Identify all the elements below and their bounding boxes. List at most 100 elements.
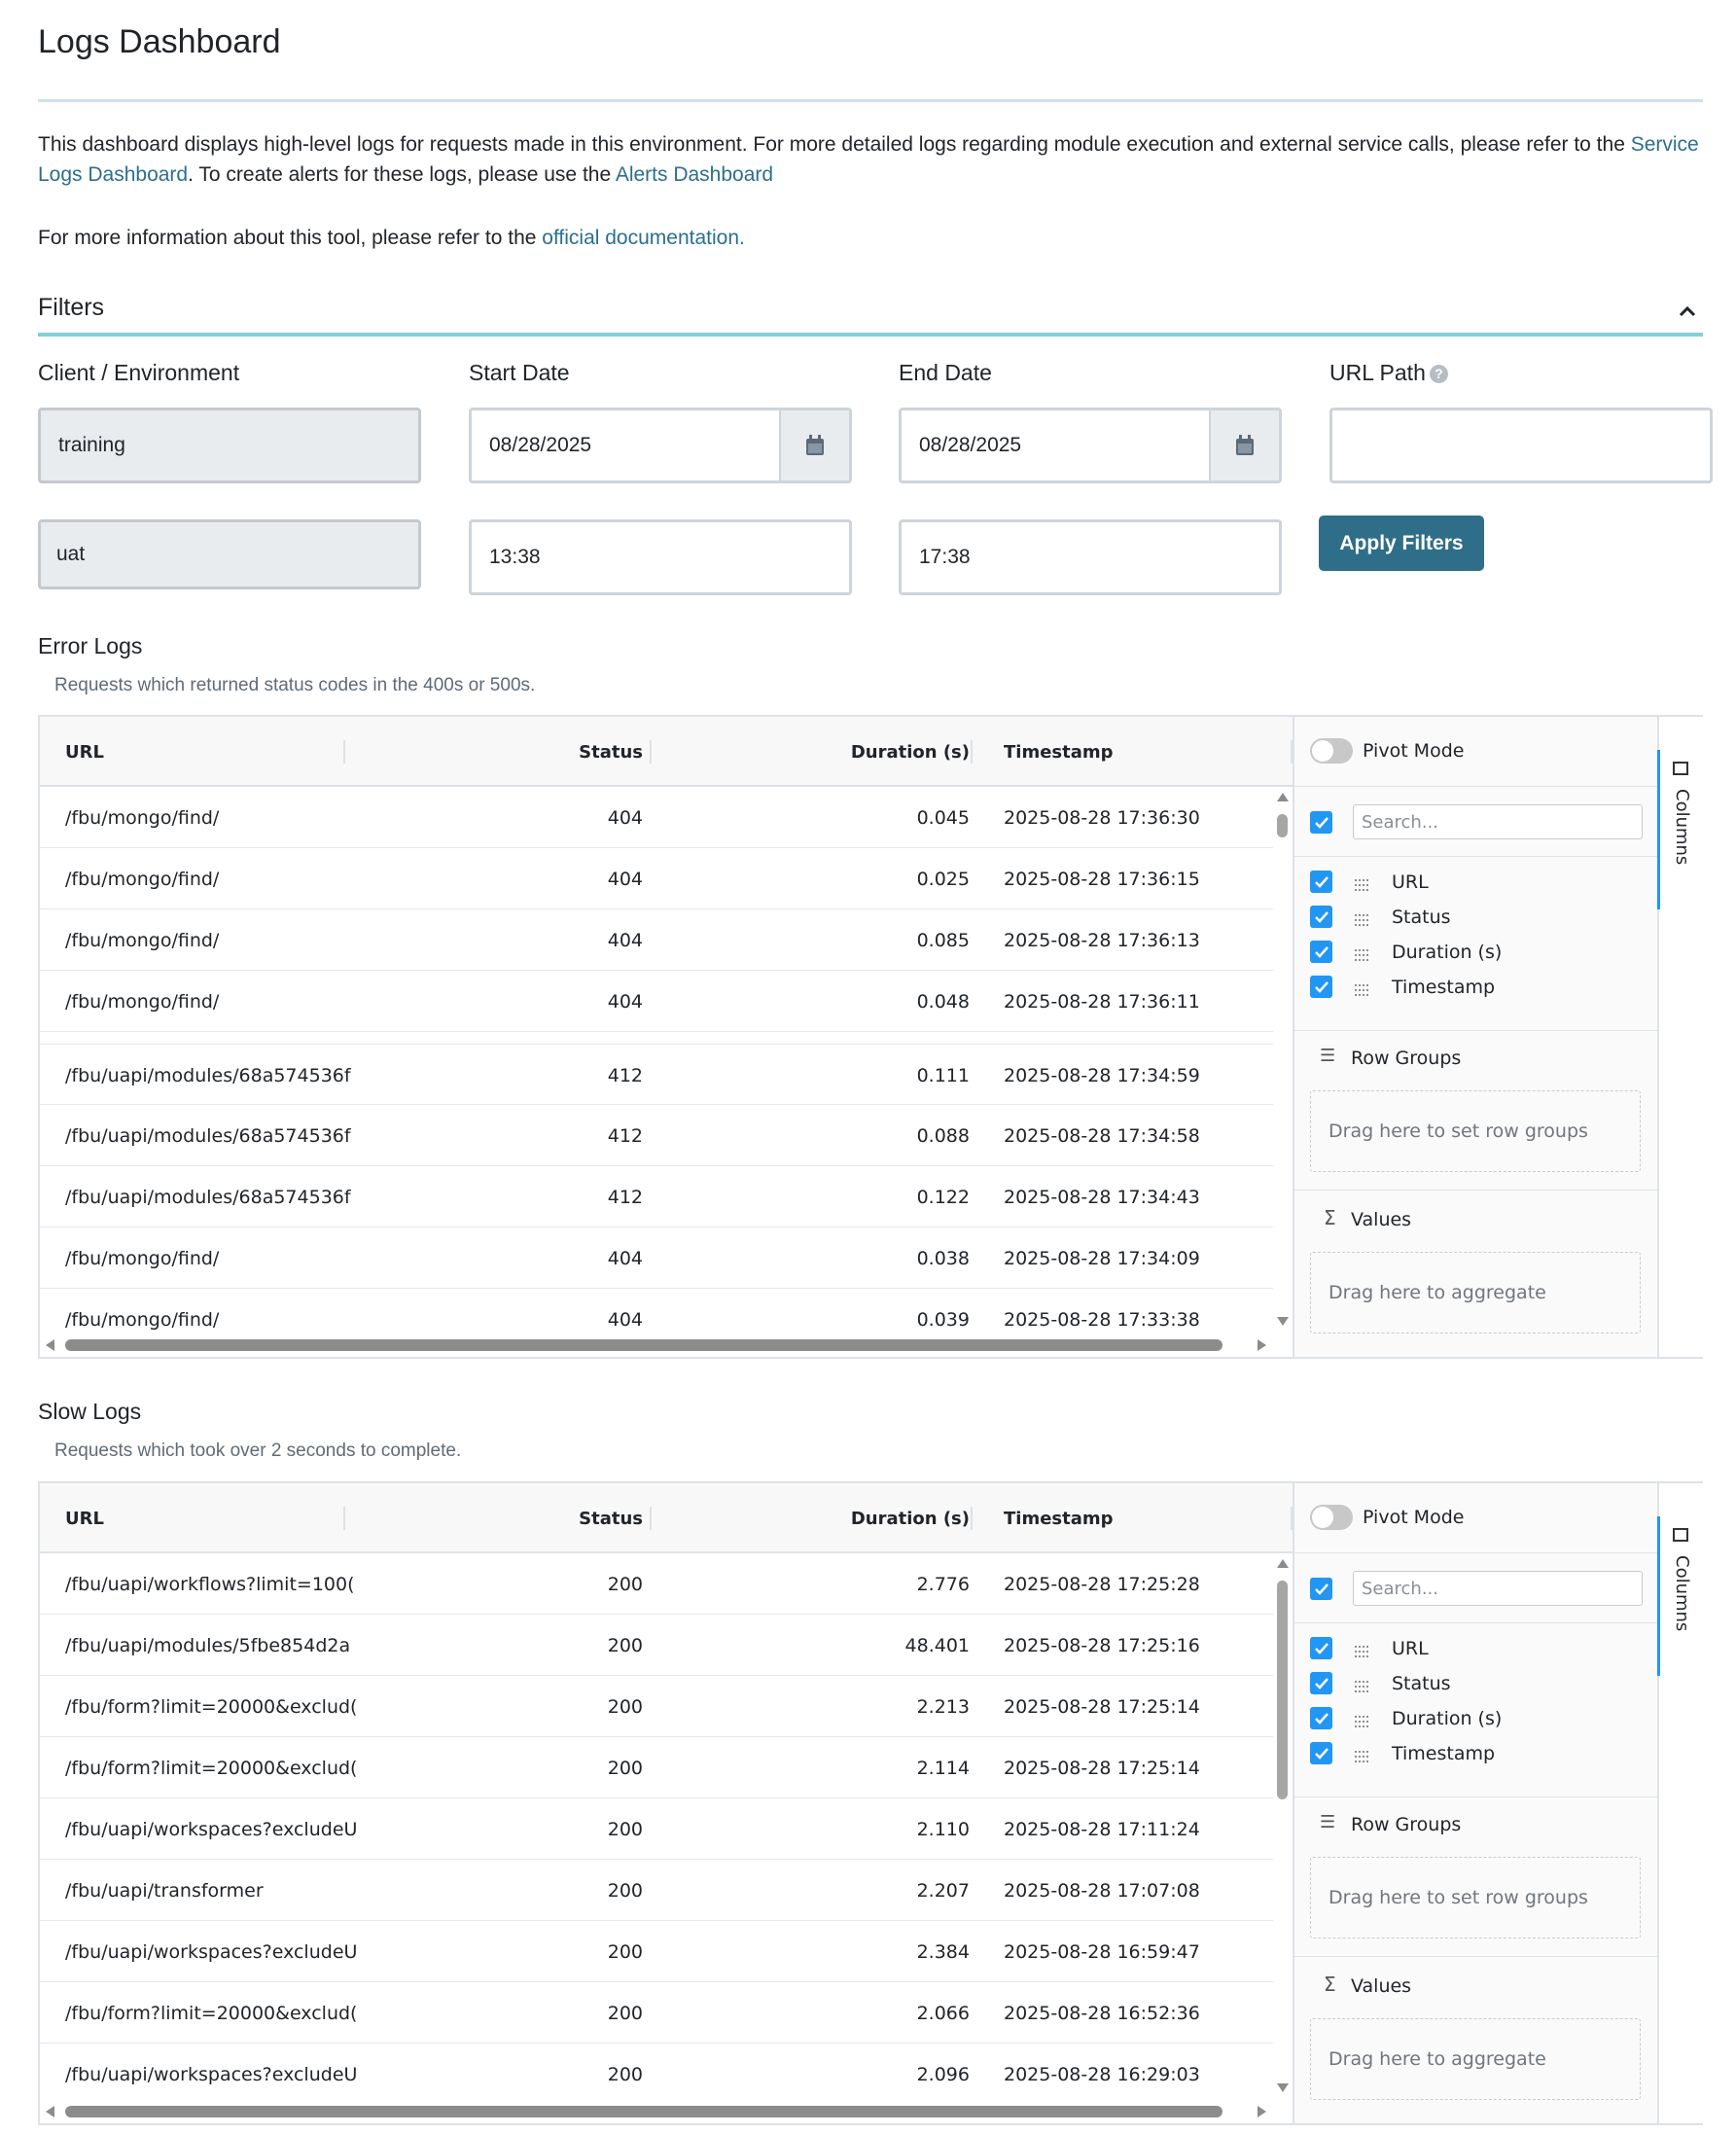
drag-handle-icon[interactable]: [1355, 980, 1372, 996]
documentation-link[interactable]: official documentation: [542, 227, 739, 249]
table-row[interactable]: /fbu/mongo/find/404 0.045 2025-08-28 17:36…: [40, 787, 1273, 848]
column-resize-handle[interactable]: [1291, 740, 1293, 764]
end-date-input[interactable]: 08/28/2025: [899, 408, 1282, 483]
table-row[interactable]: /fbu/mongo/find/404 0.048 2025-08-28 17:36…: [40, 971, 1273, 1032]
values-drop-zone[interactable]: Drag here to aggregate: [1310, 1252, 1641, 1334]
start-date-input[interactable]: 08/28/2025: [469, 408, 852, 483]
row-groups-drop-zone[interactable]: Drag here to set row groups: [1310, 1857, 1641, 1938]
table-row[interactable]: /fbu/uapi/workspaces?excludeU 200 2.110 202…: [40, 1798, 1273, 1860]
select-all-checkbox[interactable]: [1310, 1578, 1332, 1600]
tab-columns[interactable]: Columns: [1657, 1516, 1705, 1676]
column-toggle-checkbox[interactable]: [1310, 976, 1332, 998]
drag-handle-icon[interactable]: [1355, 875, 1372, 891]
vertical-scrollbar[interactable]: [1271, 787, 1293, 1332]
horizontal-scroll-thumb[interactable]: [65, 1339, 1222, 1351]
pivot-mode-toggle[interactable]: [1310, 1505, 1353, 1530]
end-date-calendar-button[interactable]: [1209, 410, 1279, 480]
column-toggle-checkbox[interactable]: [1310, 1707, 1332, 1729]
chevron-up-icon[interactable]: [1678, 302, 1697, 321]
scroll-left-arrow-icon[interactable]: [46, 2106, 54, 2117]
column-header-url[interactable]: URL: [65, 1483, 260, 1553]
drag-handle-icon[interactable]: [1355, 1677, 1372, 1692]
vertical-scroll-thumb[interactable]: [1277, 1581, 1288, 1799]
column-resize-handle[interactable]: [971, 1507, 973, 1530]
url-path-input[interactable]: [1329, 408, 1713, 483]
column-resize-handle[interactable]: [650, 1507, 652, 1530]
row-groups-drop-zone[interactable]: Drag here to set row groups: [1310, 1090, 1641, 1172]
table-row[interactable]: /fbu/mongo/find/404 0.038 2025-08-28 17:34…: [40, 1227, 1273, 1289]
panel-divider: [1294, 856, 1659, 857]
column-header-url[interactable]: URL: [65, 717, 260, 787]
scroll-right-arrow-icon[interactable]: [1258, 1339, 1266, 1351]
drag-handle-icon[interactable]: [1355, 1747, 1372, 1762]
filters-header[interactable]: Filters: [38, 294, 1703, 337]
horizontal-scrollbar[interactable]: [40, 1332, 1294, 1357]
vertical-scroll-thumb[interactable]: [1277, 814, 1288, 837]
table-row[interactable]: /fbu/uapi/modules/5fbe854d2a 200 48.401 202…: [40, 1615, 1273, 1676]
select-all-checkbox[interactable]: [1310, 811, 1332, 834]
table-row[interactable]: /fbu/uapi/modules/68a574536f 412 0.111 2025…: [40, 1044, 1273, 1105]
apply-filters-button[interactable]: Apply Filters: [1319, 516, 1484, 571]
column-header-status[interactable]: Status: [361, 1483, 643, 1553]
column-header-timestamp[interactable]: Timestamp: [1004, 1483, 1257, 1553]
vertical-scrollbar[interactable]: [1271, 1553, 1293, 2098]
column-resize-handle[interactable]: [1291, 1507, 1293, 1530]
drag-handle-icon[interactable]: [1355, 910, 1372, 926]
drag-handle-icon[interactable]: [1355, 945, 1372, 961]
column-toggle-checkbox[interactable]: [1310, 1672, 1332, 1694]
table-row[interactable]: /fbu/form?limit=20000&exclud(200 2.213 202…: [40, 1676, 1273, 1737]
start-time-input[interactable]: 13:38: [469, 519, 852, 595]
table-row[interactable]: /fbu/mongo/find/404 0.085 2025-08-28 17:36…: [40, 909, 1273, 971]
drag-handle-icon[interactable]: [1355, 1642, 1372, 1657]
table-row[interactable]: /fbu/uapi/transformer 200 2.207 2025-08-28 …: [40, 1860, 1273, 1921]
row-url: /fbu/uapi/modules/68a574536f: [65, 1064, 351, 1086]
column-resize-handle[interactable]: [650, 740, 652, 764]
scroll-down-arrow-icon[interactable]: [1277, 2083, 1289, 2092]
column-toggle-checkbox[interactable]: [1310, 906, 1332, 928]
table-row[interactable]: /fbu/uapi/modules/68a574536f 412 0.122 2025…: [40, 1166, 1273, 1227]
column-header-status[interactable]: Status: [361, 717, 643, 787]
tab-columns[interactable]: Columns: [1657, 750, 1705, 909]
table-row[interactable]: /fbu/uapi/modules/68a574536f 412 0.088 2025…: [40, 1105, 1273, 1166]
values-label: Values: [1351, 1209, 1412, 1230]
scroll-down-arrow-icon[interactable]: [1277, 1317, 1289, 1326]
drag-handle-icon[interactable]: [1355, 1712, 1372, 1727]
environment-select[interactable]: uat: [38, 519, 421, 589]
horizontal-scrollbar[interactable]: [40, 2098, 1294, 2123]
column-header-duration[interactable]: Duration (s): [662, 717, 970, 787]
error-logs-title: Error Logs: [38, 633, 143, 658]
scroll-up-arrow-icon[interactable]: [1277, 793, 1289, 801]
pivot-mode-row[interactable]: Pivot Mode: [1294, 717, 1659, 787]
table-row[interactable]: /fbu/form?limit=20000&exclud(200 2.114 202…: [40, 1737, 1273, 1798]
table-row[interactable]: /fbu/uapi/workflows?limit=100(200 2.776 20…: [40, 1553, 1273, 1615]
column-header-duration[interactable]: Duration (s): [662, 1483, 970, 1553]
table-row[interactable]: /fbu/form?limit=20000&exclud(200 2.066 202…: [40, 1982, 1273, 2044]
column-header-timestamp[interactable]: Timestamp: [1004, 717, 1257, 787]
end-time-input[interactable]: 17:38: [899, 519, 1282, 595]
column-toggle-checkbox[interactable]: [1310, 1742, 1332, 1764]
client-select[interactable]: training: [38, 408, 421, 483]
column-search-input[interactable]: Search...: [1353, 804, 1643, 839]
column-toggle-checkbox[interactable]: [1310, 941, 1332, 963]
column-resize-handle[interactable]: [343, 1507, 345, 1530]
column-resize-handle[interactable]: [971, 740, 973, 764]
help-icon[interactable]: ?: [1429, 365, 1448, 383]
column-toggle-checkbox[interactable]: [1310, 1637, 1332, 1659]
start-date-calendar-button[interactable]: [779, 410, 849, 480]
table-row[interactable]: /fbu/uapi/workspaces?excludeU 200 2.096 202…: [40, 2044, 1273, 2098]
horizontal-scroll-thumb[interactable]: [65, 2106, 1222, 2117]
pivot-mode-toggle[interactable]: [1310, 738, 1353, 764]
scroll-left-arrow-icon[interactable]: [46, 1339, 54, 1351]
table-row[interactable]: /fbu/mongo/find/404 0.039 2025-08-28 17:33…: [40, 1289, 1273, 1332]
column-toggle-checkbox[interactable]: [1310, 871, 1332, 893]
row-duration: 0.039: [916, 1308, 970, 1331]
scroll-up-arrow-icon[interactable]: [1277, 1559, 1289, 1568]
alerts-dashboard-link[interactable]: Alerts Dashboard: [616, 163, 773, 186]
column-resize-handle[interactable]: [343, 740, 345, 764]
table-row[interactable]: /fbu/uapi/workspaces?excludeU 200 2.384 202…: [40, 1921, 1273, 1982]
table-row[interactable]: /fbu/mongo/find/404 0.025 2025-08-28 17:36…: [40, 848, 1273, 909]
pivot-mode-row[interactable]: Pivot Mode: [1294, 1483, 1659, 1553]
scroll-right-arrow-icon[interactable]: [1258, 2106, 1266, 2117]
column-search-input[interactable]: Search...: [1353, 1571, 1643, 1606]
values-drop-zone[interactable]: Drag here to aggregate: [1310, 2018, 1641, 2100]
